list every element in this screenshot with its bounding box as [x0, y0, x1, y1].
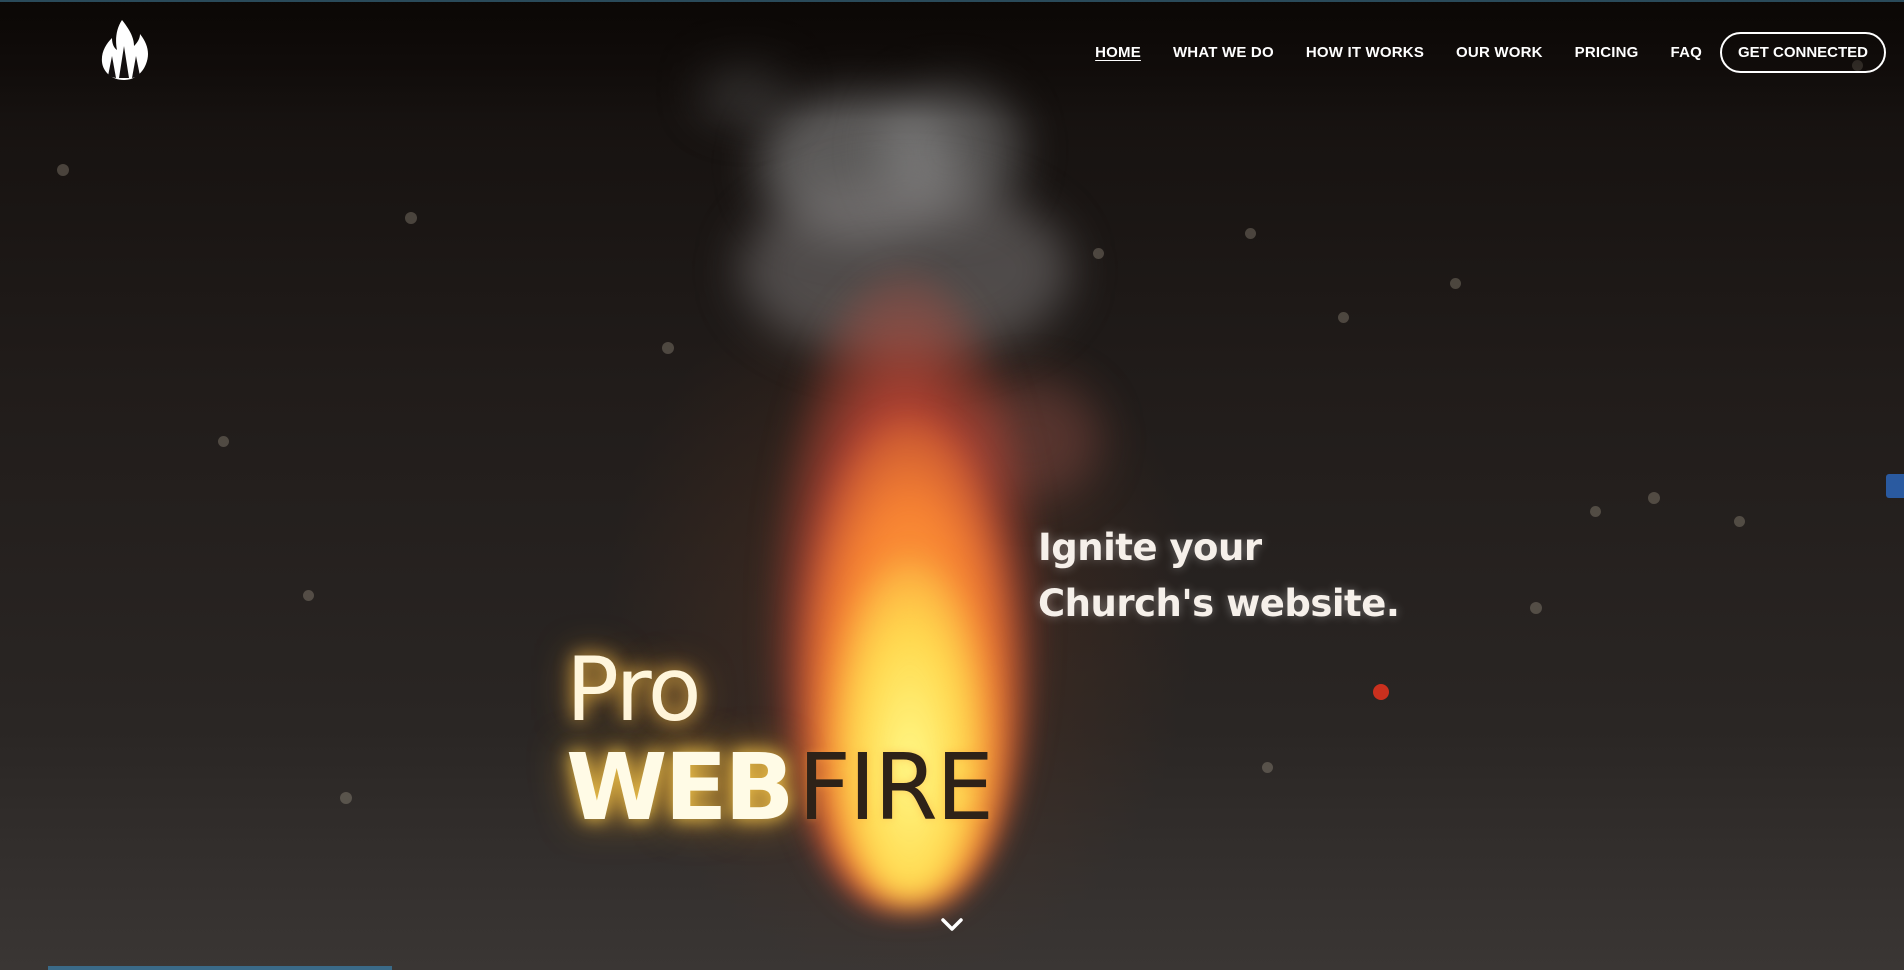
bokeh-particle — [1590, 506, 1601, 517]
side-widget-tab[interactable] — [1886, 474, 1904, 498]
bokeh-particle — [1373, 684, 1389, 700]
hero-tagline: Ignite your Church's website. — [1038, 520, 1400, 632]
nav-link-pricing[interactable]: PRICING — [1575, 44, 1639, 61]
hero-section: HOME WHAT WE DO HOW IT WORKS OUR WORK PR… — [0, 0, 1904, 970]
bokeh-particle — [340, 792, 352, 804]
bokeh-particle — [1262, 762, 1273, 773]
flame-logo-icon[interactable] — [100, 20, 150, 82]
tagline-line-2: Church's website. — [1038, 582, 1400, 625]
bokeh-particle — [1450, 278, 1461, 289]
brand-wordmark-pro: Pro — [566, 638, 702, 741]
bokeh-particle — [1093, 248, 1104, 259]
bokeh-particle — [662, 342, 674, 354]
tagline-line-1: Ignite your — [1038, 526, 1262, 569]
bokeh-particle — [1648, 492, 1660, 504]
brand-wordmark-fire: FIRE — [798, 734, 994, 841]
bokeh-particle — [1734, 516, 1745, 527]
main-nav: HOME WHAT WE DO HOW IT WORKS OUR WORK PR… — [1063, 32, 1886, 73]
nav-link-home[interactable]: HOME — [1095, 44, 1141, 61]
nav-link-faq[interactable]: FAQ — [1671, 44, 1702, 61]
bokeh-particle — [1530, 602, 1542, 614]
nav-link-how-it-works[interactable]: HOW IT WORKS — [1306, 44, 1424, 61]
get-connected-button[interactable]: GET CONNECTED — [1719, 32, 1886, 73]
bottom-progress-strip — [48, 966, 392, 970]
top-border — [0, 0, 1904, 2]
chevron-down-icon[interactable] — [940, 914, 964, 934]
bokeh-particle — [1338, 312, 1349, 323]
bokeh-particle — [303, 590, 314, 601]
bokeh-particle — [405, 212, 417, 224]
bokeh-particle — [57, 164, 69, 176]
brand-wordmark-web: WEB — [566, 734, 794, 841]
nav-link-our-work[interactable]: OUR WORK — [1456, 44, 1543, 61]
bokeh-particle — [218, 436, 229, 447]
nav-link-what-we-do[interactable]: WHAT WE DO — [1173, 44, 1274, 61]
flame-core — [830, 560, 990, 900]
bokeh-particle — [1245, 228, 1256, 239]
